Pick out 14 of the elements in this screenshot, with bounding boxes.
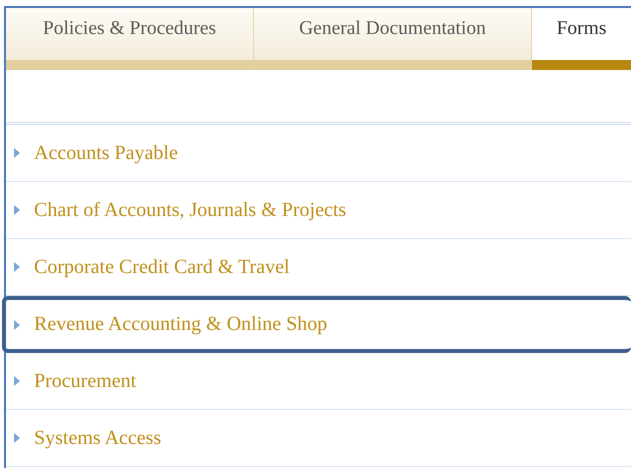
arrow-icon [14,320,20,330]
category-link[interactable]: Corporate Credit Card & Travel [6,239,631,296]
category-link[interactable]: Accounts Payable [6,125,631,182]
tab[interactable]: Policies & Procedures [6,8,254,70]
category-link[interactable]: Procurement [6,353,631,410]
arrow-icon [14,148,20,158]
category-link[interactable]: Systems Access [6,410,631,467]
arrow-icon [14,376,20,386]
category-link[interactable]: Revenue Accounting & Online Shop [2,296,631,353]
arrow-icon [14,205,20,215]
category-link[interactable]: Chart of Accounts, Journals & Projects [6,182,631,239]
arrow-icon [14,262,20,272]
tab[interactable]: General Documentation [254,8,532,70]
arrow-icon [14,433,20,443]
